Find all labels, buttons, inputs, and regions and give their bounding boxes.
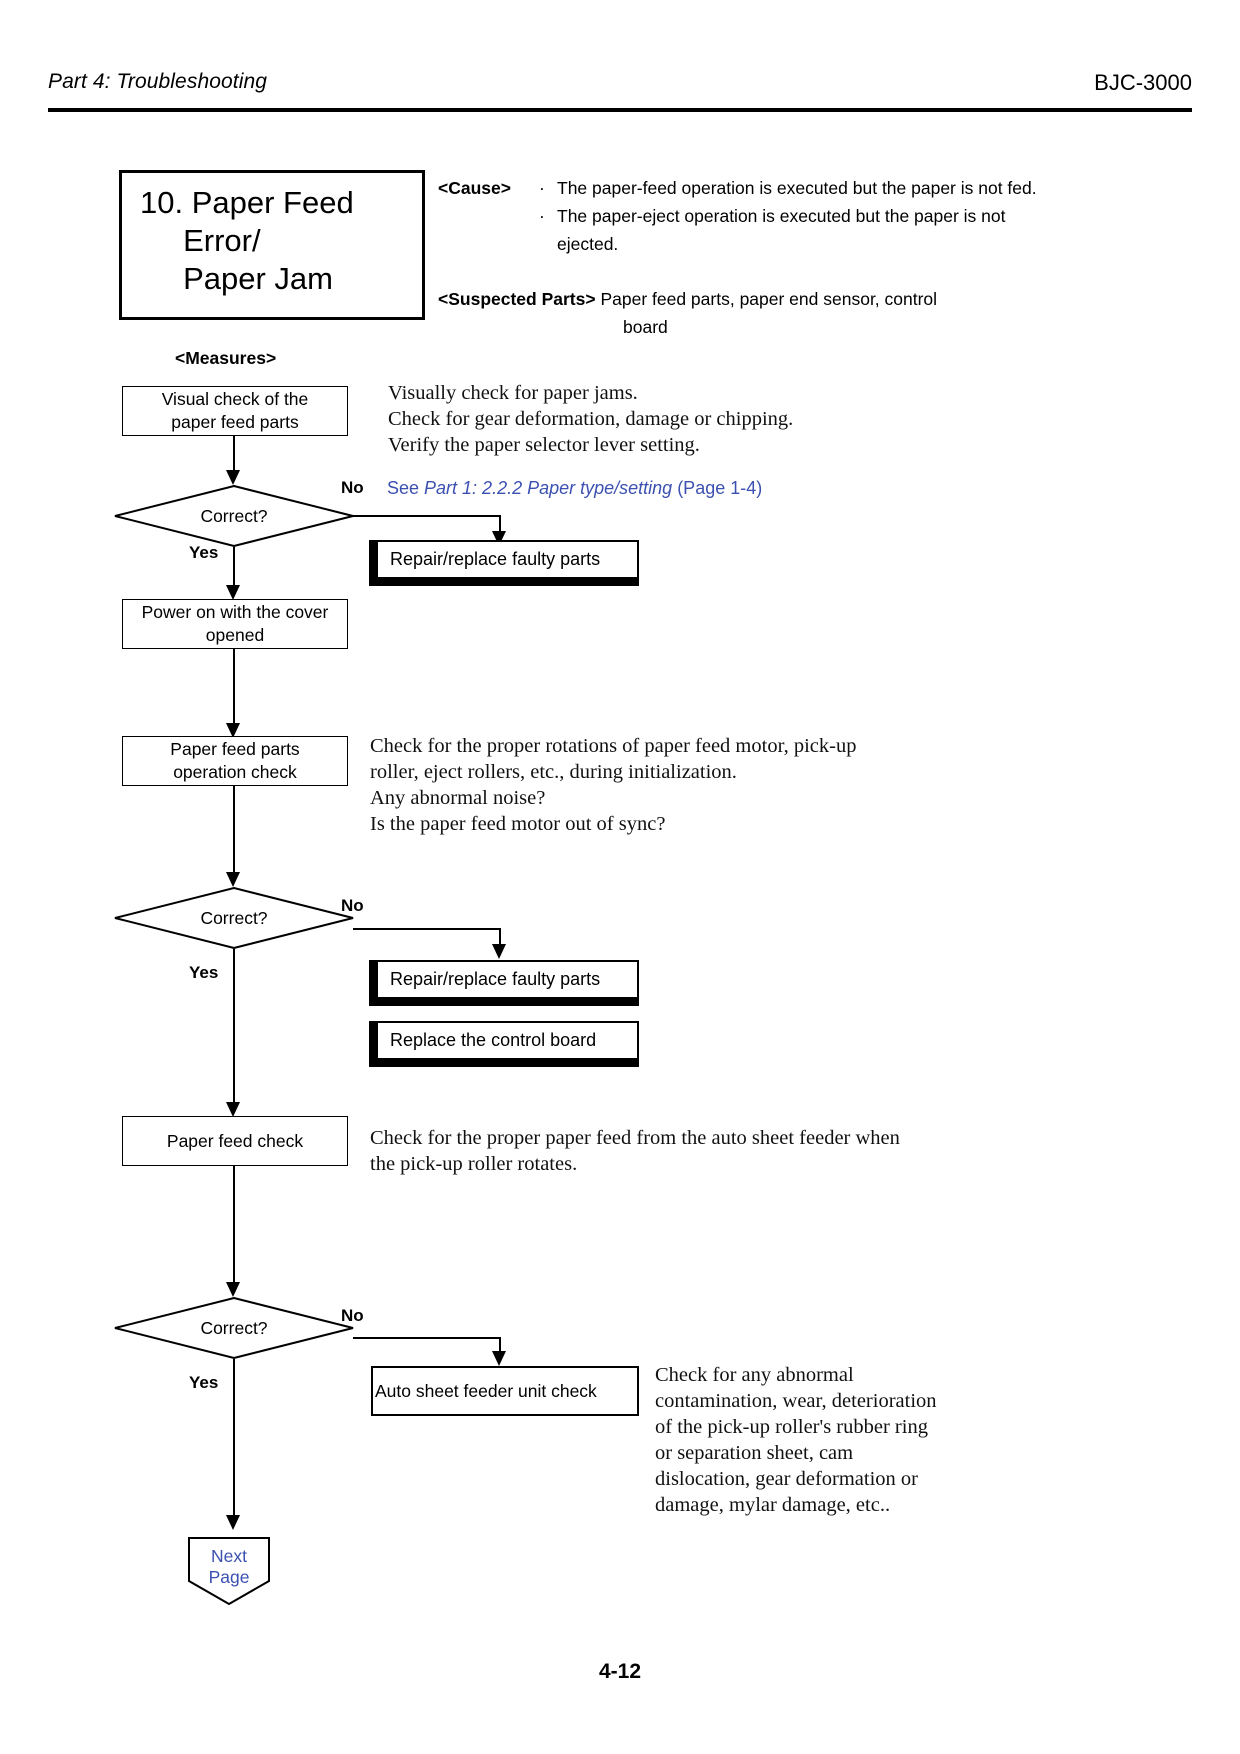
suspected-parts-value-cont: board xyxy=(623,317,668,337)
cause-item: · The paper-feed operation is executed b… xyxy=(535,174,1060,202)
cause-list: · The paper-feed operation is executed b… xyxy=(535,174,1060,258)
flow-box-label: Power on with the cover opened xyxy=(141,602,329,645)
flow-box-asf-unit-check: Auto sheet feeder unit check xyxy=(371,1366,639,1416)
description-line: dislocation, gear deformation or xyxy=(655,1468,918,1490)
description-asf-check: Check for any abnormal contamination, we… xyxy=(655,1362,1055,1518)
cause-label: <Cause> xyxy=(438,178,511,198)
connector-line xyxy=(233,1359,235,1524)
branch-label-yes-1: Yes xyxy=(189,543,219,562)
action-box-replace-control-board: Replace the control board xyxy=(369,1021,639,1067)
connector-line xyxy=(233,1166,235,1292)
description-visual-check: Visually check for paper jams. Check for… xyxy=(388,380,1008,458)
flow-box-label: Paper feed check xyxy=(166,1130,304,1151)
reference-prefix: See xyxy=(387,478,425,498)
next-page-label: Next Page xyxy=(208,1546,250,1587)
decision-diamond-1: Correct? xyxy=(114,485,354,547)
flow-box-label: Paper feed parts operation check xyxy=(170,739,300,782)
connector-line xyxy=(353,515,501,517)
flow-box-label: Visual check of the paper feed parts xyxy=(161,389,309,432)
header-divider xyxy=(48,108,1192,112)
measures-label: <Measures> xyxy=(175,348,277,368)
description-line: Check for gear deformation, damage or ch… xyxy=(388,408,794,430)
connector-arrow xyxy=(226,1515,240,1530)
decision-diamond-2: Correct? xyxy=(114,887,354,949)
description-line: Any abnormal noise? xyxy=(370,787,546,809)
header-part-title: Part 4: Troubleshooting xyxy=(48,70,268,93)
connector-line xyxy=(353,928,501,930)
action-box-label: Repair/replace faulty parts xyxy=(390,549,601,569)
branch-label-yes-2: Yes xyxy=(189,963,219,982)
decision-label: Correct? xyxy=(200,907,268,928)
branch-label-no-1: No xyxy=(341,478,364,497)
decision-diamond-3: Correct? xyxy=(114,1297,354,1359)
description-line: Verify the paper selector lever setting. xyxy=(388,434,700,456)
suspected-parts-row: <Suspected Parts> Paper feed parts, pape… xyxy=(438,285,1058,341)
decision-label: Correct? xyxy=(200,505,268,526)
description-line: Check for the proper paper feed from the… xyxy=(370,1127,900,1149)
description-line: the pick-up roller rotates. xyxy=(370,1153,578,1175)
section-title-box: 10. Paper Feed Error/ Paper Jam xyxy=(119,170,425,320)
flow-box-feed-parts-operation: Paper feed parts operation check xyxy=(122,736,348,786)
description-line: Visually check for paper jams. xyxy=(388,382,638,404)
next-page-connector[interactable]: Next Page xyxy=(188,1537,270,1605)
connector-arrow xyxy=(492,944,506,959)
document-page: Part 4: Troubleshooting BJC-3000 10. Pap… xyxy=(0,0,1240,1754)
connector-arrow xyxy=(226,470,240,485)
page-footer: 4-12 xyxy=(0,1660,1240,1684)
branch-label-no-2: No xyxy=(341,896,364,915)
cross-reference-link[interactable]: See Part 1: 2.2.2 Paper type/setting (Pa… xyxy=(387,478,762,499)
action-box-repair-1: Repair/replace faulty parts xyxy=(369,540,639,586)
connector-line xyxy=(233,649,235,732)
branch-label-yes-3: Yes xyxy=(189,1373,219,1392)
suspected-parts-value: Paper feed parts, paper end sensor, cont… xyxy=(600,289,938,309)
branch-label-no-3: No xyxy=(341,1306,364,1325)
description-paper-feed-check: Check for the proper paper feed from the… xyxy=(370,1125,1030,1177)
description-line: Is the paper feed motor out of sync? xyxy=(370,813,666,835)
connector-line xyxy=(353,1337,501,1339)
cause-item: · The paper-eject operation is executed … xyxy=(535,202,1060,258)
action-box-repair-2: Repair/replace faulty parts xyxy=(369,960,639,1006)
connector-arrow xyxy=(226,1282,240,1297)
bullet-dot: · xyxy=(539,206,545,226)
header-model-name: BJC-3000 xyxy=(1094,70,1192,95)
description-line: Check for the proper rotations of paper … xyxy=(370,735,857,757)
connector-arrow xyxy=(226,585,240,600)
connector-arrow xyxy=(226,1102,240,1117)
cause-item-text: The paper-feed operation is executed but… xyxy=(557,178,1037,198)
bullet-dot: · xyxy=(539,178,545,198)
description-line: of the pick-up roller's rubber ring xyxy=(655,1416,928,1438)
flow-box-visual-check: Visual check of the paper feed parts xyxy=(122,386,348,436)
connector-arrow xyxy=(226,872,240,887)
connector-line xyxy=(233,786,235,881)
connector-line xyxy=(233,949,235,1111)
action-box-label: Repair/replace faulty parts xyxy=(390,969,601,989)
cause-item-text: The paper-eject operation is executed bu… xyxy=(557,206,1006,254)
description-line: damage, mylar damage, etc.. xyxy=(655,1494,891,1516)
cause-block: <Cause> · The paper-feed operation is ex… xyxy=(438,174,1058,337)
decision-label: Correct? xyxy=(200,1317,268,1338)
page-number: 4-12 xyxy=(598,1660,642,1683)
suspected-parts-label: <Suspected Parts> xyxy=(438,289,596,309)
flow-box-power-on: Power on with the cover opened xyxy=(122,599,348,649)
cause-row: <Cause> · The paper-feed operation is ex… xyxy=(438,174,1058,254)
description-line: contamination, wear, deterioration xyxy=(655,1390,937,1412)
section-title-text: 10. Paper Feed Error/ Paper Jam xyxy=(140,185,354,296)
action-box-label: Replace the control board xyxy=(390,1030,597,1050)
reference-italic-title: Part 1: 2.2.2 Paper type/setting xyxy=(424,478,673,498)
description-line: roller, eject rollers, etc., during init… xyxy=(370,761,737,783)
description-operation-check: Check for the proper rotations of paper … xyxy=(370,733,1010,837)
description-line: Check for any abnormal xyxy=(655,1364,854,1386)
connector-arrow xyxy=(492,1351,506,1366)
flow-box-paper-feed-check: Paper feed check xyxy=(122,1116,348,1166)
description-line: or separation sheet, cam xyxy=(655,1442,854,1464)
flow-box-label: Auto sheet feeder unit check xyxy=(375,1380,597,1401)
reference-suffix: (Page 1-4) xyxy=(672,478,763,498)
